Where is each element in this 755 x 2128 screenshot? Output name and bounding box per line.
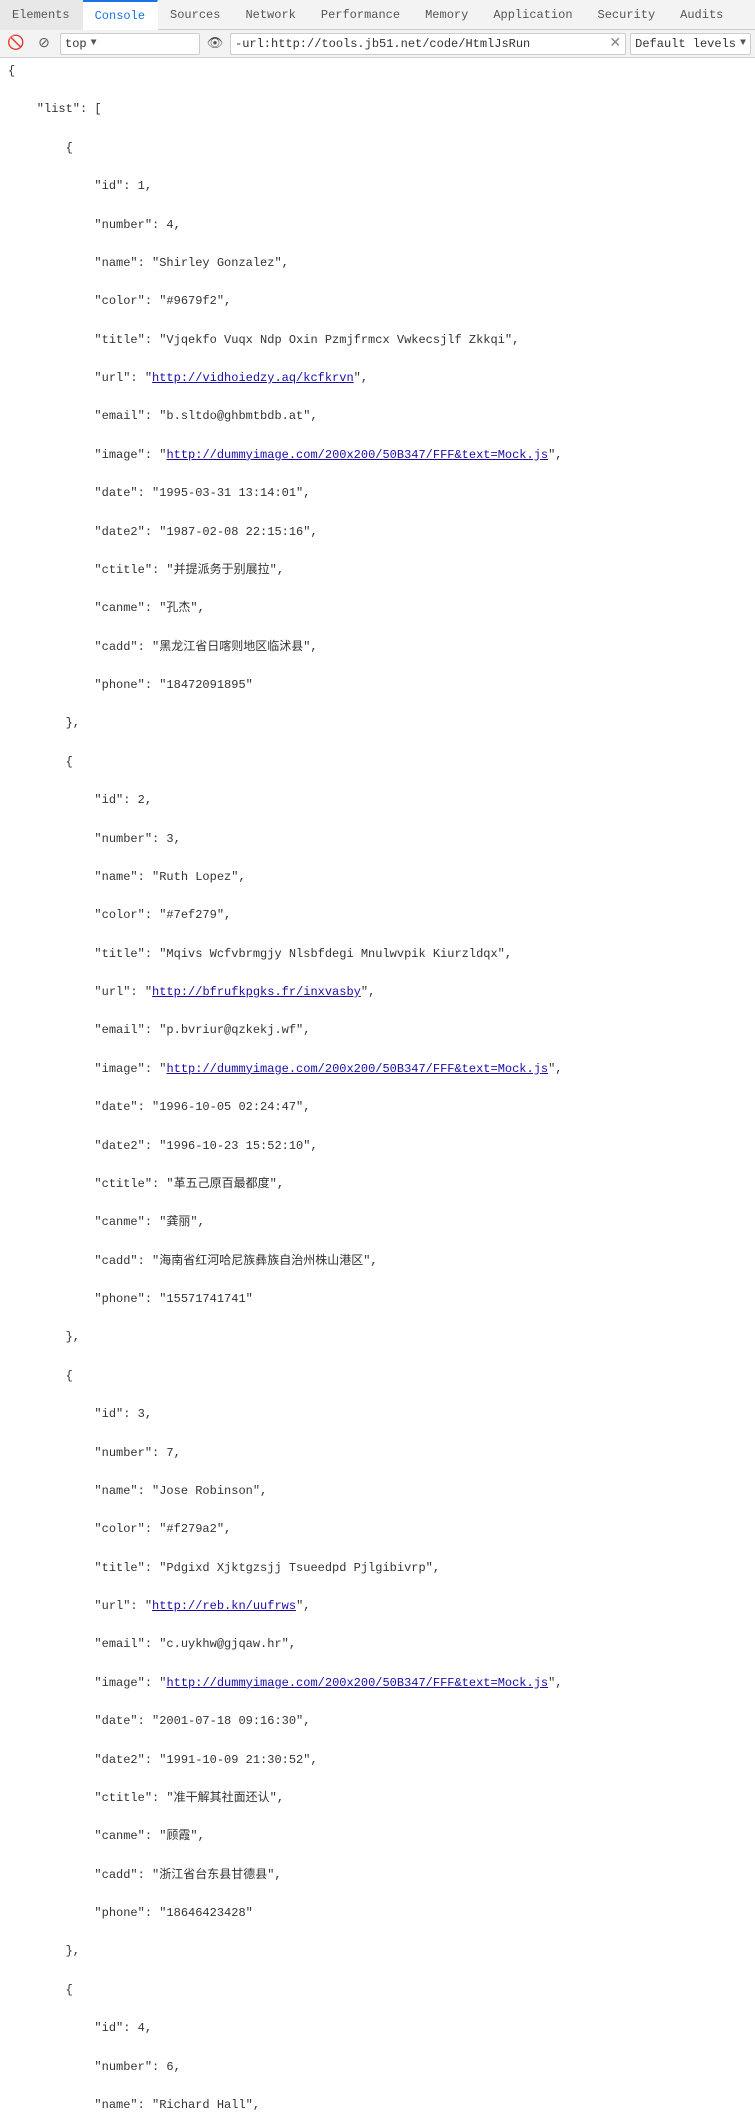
preserve-log-icon[interactable]: 👁: [204, 33, 226, 55]
context-selector[interactable]: top ▼: [60, 33, 200, 55]
tab-bar: Elements Console Sources Network Perform…: [0, 0, 755, 30]
console-output: { "list": [ { "id": 1, "number": 4, "nam…: [0, 58, 755, 2128]
url-link-2[interactable]: http://bfrufkpgks.fr/inxvasby: [152, 985, 361, 999]
url-clear-icon[interactable]: ✕: [609, 35, 621, 52]
image-link-3[interactable]: http://dummyimage.com/200x200/50B347/FFF…: [166, 1676, 548, 1690]
tab-application[interactable]: Application: [481, 0, 585, 30]
second-toolbar: 🚫 ⊘ top ▼ 👁 ✕ Default levels ▼: [0, 30, 755, 58]
tab-security[interactable]: Security: [586, 0, 669, 30]
image-link-1[interactable]: http://dummyimage.com/200x200/50B347/FFF…: [166, 448, 548, 462]
tab-network[interactable]: Network: [233, 0, 308, 30]
tab-memory[interactable]: Memory: [413, 0, 481, 30]
chevron-down-icon: ▼: [740, 38, 746, 49]
tab-audits[interactable]: Audits: [668, 0, 736, 30]
url-filter-bar[interactable]: ✕: [230, 33, 626, 55]
url-link-3[interactable]: http://reb.kn/uufrws: [152, 1599, 296, 1613]
context-value: top: [65, 37, 87, 51]
tab-console[interactable]: Console: [83, 0, 158, 30]
clear-console-icon[interactable]: 🚫: [4, 32, 28, 56]
filter-icon[interactable]: ⊘: [32, 32, 56, 56]
url-filter-input[interactable]: [235, 37, 605, 51]
chevron-down-icon: ▼: [91, 38, 97, 49]
tab-performance[interactable]: Performance: [309, 0, 413, 30]
tab-sources[interactable]: Sources: [158, 0, 233, 30]
tab-elements[interactable]: Elements: [0, 0, 83, 30]
url-link-1[interactable]: http://vidhoiedzy.aq/kcfkrvn: [152, 371, 354, 385]
log-levels-dropdown[interactable]: Default levels ▼: [630, 33, 751, 55]
